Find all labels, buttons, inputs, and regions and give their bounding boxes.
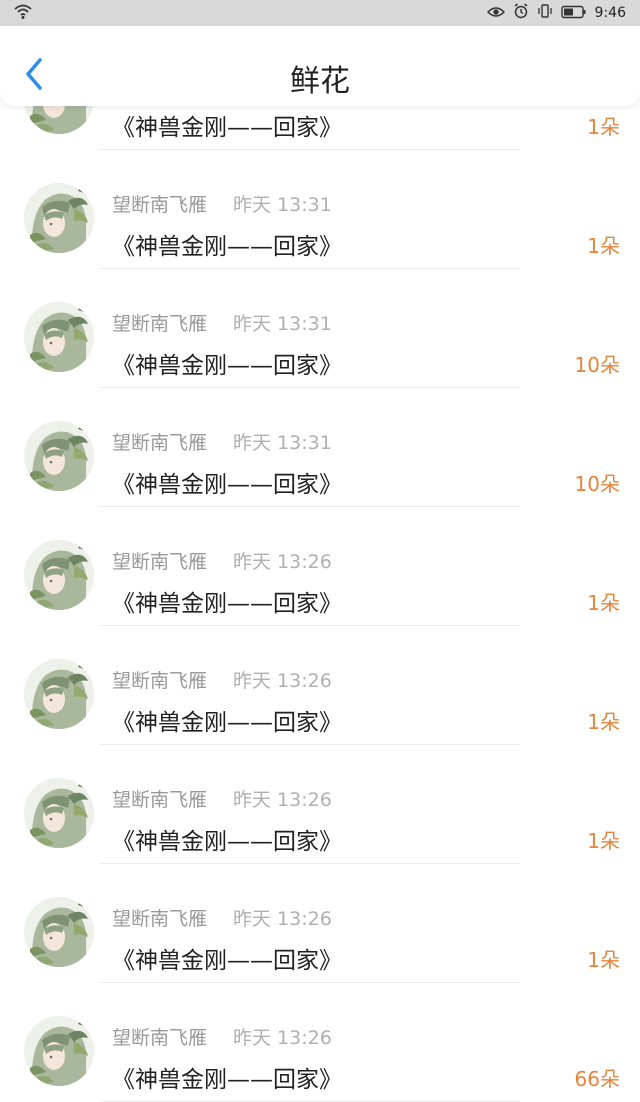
status-time: 9:46 — [594, 5, 626, 21]
battery-icon — [560, 4, 587, 23]
avatar[interactable] — [24, 540, 94, 610]
work-title[interactable]: 《神兽金刚——回家》 — [112, 1060, 342, 1094]
avatar[interactable] — [24, 421, 94, 491]
flower-count: 10朵 — [574, 472, 620, 496]
sender-name[interactable]: 望断南飞雁 — [112, 904, 207, 931]
work-title[interactable]: 《神兽金刚——回家》 — [112, 346, 342, 380]
sender-name[interactable]: 望断南飞雁 — [112, 428, 207, 455]
avatar[interactable] — [24, 302, 94, 372]
flower-count: 1朵 — [587, 710, 620, 734]
avatar[interactable] — [24, 1016, 94, 1086]
page-title: 鲜花 — [290, 64, 350, 99]
flower-count: 66朵 — [574, 1067, 620, 1091]
avatar[interactable] — [24, 183, 94, 253]
list-item[interactable]: 望断南飞雁 昨天 13:31 《神兽金刚——回家》 1朵 — [0, 150, 640, 269]
list-item[interactable]: 望断南飞雁 昨天 13:26 《神兽金刚——回家》 1朵 — [0, 507, 640, 626]
work-title[interactable]: 《神兽金刚——回家》 — [112, 584, 342, 618]
list-item[interactable]: 望断南飞雁 昨天 13:26 《神兽金刚——回家》 1朵 — [0, 864, 640, 983]
gift-record-list: 望断南飞雁 昨天 13:31 《神兽金刚——回家》 1朵 望断南飞雁 昨天 13… — [0, 31, 640, 1102]
sender-name[interactable]: 望断南飞雁 — [112, 190, 207, 217]
timestamp: 昨天 13:26 — [233, 551, 332, 573]
sender-name[interactable]: 望断南飞雁 — [112, 666, 207, 693]
sender-name[interactable]: 望断南飞雁 — [112, 785, 207, 812]
work-title[interactable]: 《神兽金刚——回家》 — [112, 465, 342, 499]
eye-icon — [486, 4, 505, 23]
work-title[interactable]: 《神兽金刚——回家》 — [112, 941, 342, 975]
timestamp: 昨天 13:26 — [233, 670, 332, 692]
timestamp: 昨天 13:31 — [233, 194, 332, 216]
timestamp: 昨天 13:26 — [233, 1027, 332, 1049]
flower-count: 1朵 — [587, 948, 620, 972]
flower-count: 1朵 — [587, 234, 620, 258]
status-bar: 9:46 — [0, 0, 640, 26]
wifi-icon — [14, 4, 32, 24]
alarm-icon — [513, 3, 529, 23]
flower-count: 1朵 — [587, 115, 620, 139]
avatar[interactable] — [24, 659, 94, 729]
flower-count: 1朵 — [587, 591, 620, 615]
top-nav-bar: 鲜花 — [0, 26, 640, 106]
vibrate-icon — [537, 3, 553, 23]
work-title[interactable]: 《神兽金刚——回家》 — [112, 703, 342, 737]
timestamp: 昨天 13:26 — [233, 908, 332, 930]
work-title[interactable]: 《神兽金刚——回家》 — [112, 108, 342, 142]
flower-count: 10朵 — [574, 353, 620, 377]
list-item[interactable]: 望断南飞雁 昨天 13:26 《神兽金刚——回家》 1朵 — [0, 626, 640, 745]
list-item[interactable]: 望断南飞雁 昨天 13:31 《神兽金刚——回家》 10朵 — [0, 269, 640, 388]
avatar[interactable] — [24, 897, 94, 967]
timestamp: 昨天 13:26 — [233, 789, 332, 811]
work-title[interactable]: 《神兽金刚——回家》 — [112, 822, 342, 856]
timestamp: 昨天 13:31 — [233, 313, 332, 335]
avatar[interactable] — [24, 778, 94, 848]
list-item[interactable]: 望断南飞雁 昨天 13:31 《神兽金刚——回家》 10朵 — [0, 388, 640, 507]
timestamp: 昨天 13:31 — [233, 432, 332, 454]
list-item[interactable]: 望断南飞雁 昨天 13:26 《神兽金刚——回家》 66朵 — [0, 983, 640, 1102]
flower-count: 1朵 — [587, 829, 620, 853]
work-title[interactable]: 《神兽金刚——回家》 — [112, 227, 342, 261]
sender-name[interactable]: 望断南飞雁 — [112, 309, 207, 336]
list-item[interactable]: 望断南飞雁 昨天 13:26 《神兽金刚——回家》 1朵 — [0, 745, 640, 864]
sender-name[interactable]: 望断南飞雁 — [112, 1023, 207, 1050]
sender-name[interactable]: 望断南飞雁 — [112, 547, 207, 574]
